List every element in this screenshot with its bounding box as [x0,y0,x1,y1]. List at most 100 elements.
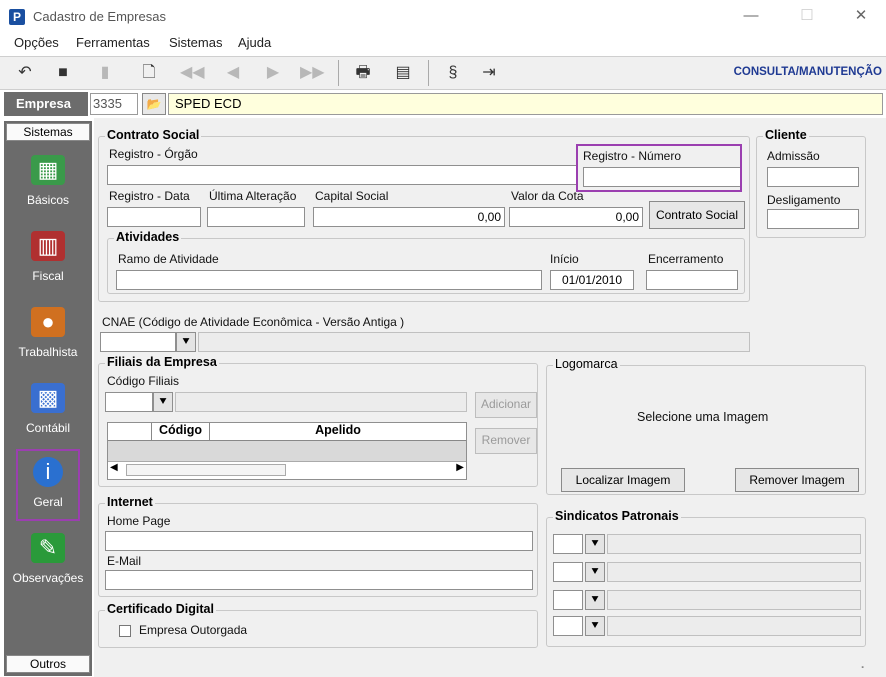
sindicato-code-field[interactable] [553,534,583,554]
filiais-description-field [175,392,467,412]
registro-data-field[interactable] [107,207,201,227]
maximize-icon[interactable]: ☐ [792,5,822,27]
empresa-outorgada-label[interactable]: Empresa Outorgada [139,623,247,637]
next-record-icon[interactable]: ▶ [262,62,284,84]
registro-orgao-label: Registro - Órgão [109,147,198,161]
sidebar-item-contabil[interactable]: ▩ Contábil [8,383,88,447]
spreadsheet-icon: ▦ [31,155,65,185]
filiais-group: Filiais da Empresa Código Filiais ⯆ Adic… [98,355,538,487]
sidebar-header-outros[interactable]: Outros [6,655,90,673]
sindicatos-group: Sindicatos Patronais ⯆ ⯆ ⯆ ⯆ [546,509,866,647]
resize-grip-icon[interactable]: ⠄ [860,658,869,672]
preview-icon[interactable]: 🗋 [138,62,160,84]
home-page-field[interactable] [105,531,533,551]
atividades-legend: Atividades [114,230,182,244]
col-codigo[interactable]: Código [152,423,210,441]
app-logo-icon: P [9,9,25,25]
undo-icon[interactable]: ↶ [14,62,36,84]
capital-social-field[interactable]: 0,00 [313,207,505,227]
ultima-alteracao-field[interactable] [207,207,305,227]
form-area: Contrato Social Registro - Órgão Registr… [94,118,886,677]
sidebar-item-geral[interactable]: i Geral [16,449,80,521]
cnae-dropdown-icon[interactable]: ⯆ [176,332,196,352]
info-icon: i [33,457,63,487]
print-icon[interactable]: 🖶 [352,62,374,84]
sidebar-item-label: Básicos [26,193,70,207]
logomarca-placeholder[interactable]: Selecione uma Imagem [637,410,768,424]
filiais-grid[interactable]: Código Apelido ◀ ▶ [107,422,467,480]
inicio-field[interactable]: 01/01/2010 [550,270,634,290]
toolbar-separator [428,60,429,86]
atividades-group: Atividades Ramo de Atividade Início 01/0… [107,230,745,294]
valor-cota-field[interactable]: 0,00 [509,207,643,227]
menu-ferramentas[interactable]: Ferramentas [76,35,150,50]
empresa-code-field[interactable]: 3335 [90,93,138,115]
exit-icon[interactable]: ⇥ [478,62,500,84]
mode-label: CONSULTA/MANUTENÇÃO [733,66,882,78]
ramo-atividade-field[interactable] [116,270,542,290]
remover-imagem-button[interactable]: Remover Imagem [735,468,859,492]
sindicato-code-field[interactable] [553,590,583,610]
document-icon[interactable]: ▮ [94,62,116,84]
capital-social-label: Capital Social [315,189,389,203]
sindicato-description-field [607,534,861,554]
sindicato-dropdown-icon[interactable]: ⯆ [585,534,605,554]
sidebar-item-basicos[interactable]: ▦ Básicos [8,155,88,219]
adicionar-button[interactable]: Adicionar [475,392,537,418]
contrato-social-legend: Contrato Social [105,128,202,142]
contrato-social-button[interactable]: Contrato Social [649,201,745,229]
empresa-outorgada-checkbox[interactable] [119,625,131,637]
report-icon[interactable]: ▤ [392,62,414,84]
calculator-icon: ▩ [31,383,65,413]
codigo-filiais-field[interactable] [105,392,153,412]
registro-data-label: Registro - Data [109,189,190,203]
save-icon[interactable]: ■ [52,62,74,84]
certificado-legend: Certificado Digital [105,602,216,616]
sidebar-item-label: Geral [33,495,63,509]
sindicato-code-field[interactable] [553,616,583,636]
empresa-name-field[interactable]: SPED ECD [168,93,883,115]
sidebar-item-trabalhista[interactable]: ● Trabalhista [8,307,88,371]
codigo-filiais-dropdown-icon[interactable]: ⯆ [153,392,173,412]
sidebar-item-fiscal[interactable]: ▥ Fiscal [8,231,88,295]
horizontal-scrollbar[interactable]: ◀ ▶ [108,461,466,479]
sidebar-item-label: Contábil [25,421,71,435]
logomarca-legend: Logomarca [553,357,620,371]
attachment-icon[interactable]: § [442,62,464,84]
certificado-group: Certificado Digital Empresa Outorgada [98,602,538,648]
sindicato-description-field [607,590,861,610]
previous-record-icon[interactable]: ◀ [222,62,244,84]
sindicato-dropdown-icon[interactable]: ⯆ [585,616,605,636]
internet-group: Internet Home Page E-Mail [98,495,538,597]
sidebar-header-sistemas[interactable]: Sistemas [6,123,90,141]
col-apelido[interactable]: Apelido [210,423,466,441]
notes-icon: ✎ [31,533,65,563]
sidebar-item-observacoes[interactable]: ✎ Observações [8,533,88,597]
desligamento-field[interactable] [767,209,859,229]
registro-orgao-field[interactable] [107,165,577,185]
minimize-icon[interactable]: — [736,5,766,27]
last-record-icon[interactable]: ▶▶ [300,62,325,84]
scroll-right-icon[interactable]: ▶ [456,462,464,473]
open-folder-icon[interactable]: 📂 [142,93,166,115]
localizar-imagem-button[interactable]: Localizar Imagem [561,468,685,492]
scroll-left-icon[interactable]: ◀ [110,462,118,473]
scroll-thumb[interactable] [126,464,286,476]
sindicato-code-field[interactable] [553,562,583,582]
home-page-label: Home Page [107,514,171,528]
close-icon[interactable]: ✕ [846,5,876,27]
sindicato-dropdown-icon[interactable]: ⯆ [585,590,605,610]
encerramento-label: Encerramento [648,252,724,266]
encerramento-field[interactable] [646,270,738,290]
sindicato-dropdown-icon[interactable]: ⯆ [585,562,605,582]
menu-ajuda[interactable]: Ajuda [238,35,271,50]
cnae-field[interactable] [100,332,176,352]
menu-sistemas[interactable]: Sistemas [169,35,222,50]
remover-filial-button[interactable]: Remover [475,428,537,454]
email-field[interactable] [105,570,533,590]
admissao-field[interactable] [767,167,859,187]
filiais-legend: Filiais da Empresa [105,355,219,369]
menu-opcoes[interactable]: Opções [14,35,59,50]
first-record-icon[interactable]: ◀◀ [180,62,205,84]
sindicato-description-field [607,562,861,582]
